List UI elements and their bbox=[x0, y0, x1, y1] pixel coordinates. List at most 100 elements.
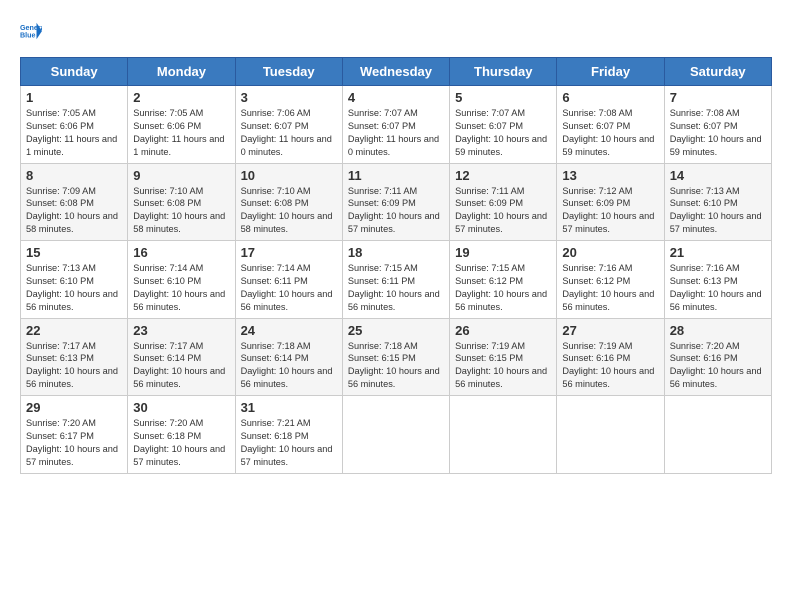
cell-content: Sunrise: 7:08 AMSunset: 6:07 PMDaylight:… bbox=[562, 107, 658, 159]
cell-content: Sunrise: 7:21 AMSunset: 6:18 PMDaylight:… bbox=[241, 417, 337, 469]
cell-content: Sunrise: 7:18 AMSunset: 6:14 PMDaylight:… bbox=[241, 340, 337, 392]
cell-content: Sunrise: 7:07 AMSunset: 6:07 PMDaylight:… bbox=[455, 107, 551, 159]
cell-content: Sunrise: 7:11 AMSunset: 6:09 PMDaylight:… bbox=[348, 185, 444, 237]
header: General Blue bbox=[20, 20, 772, 47]
calendar-cell: 29 Sunrise: 7:20 AMSunset: 6:17 PMDaylig… bbox=[21, 396, 128, 474]
cell-content: Sunrise: 7:05 AMSunset: 6:06 PMDaylight:… bbox=[133, 107, 229, 159]
calendar-cell: 30 Sunrise: 7:20 AMSunset: 6:18 PMDaylig… bbox=[128, 396, 235, 474]
calendar-cell: 7 Sunrise: 7:08 AMSunset: 6:07 PMDayligh… bbox=[664, 86, 771, 164]
day-number: 2 bbox=[133, 90, 229, 105]
calendar-cell: 1 Sunrise: 7:05 AMSunset: 6:06 PMDayligh… bbox=[21, 86, 128, 164]
cell-content: Sunrise: 7:12 AMSunset: 6:09 PMDaylight:… bbox=[562, 185, 658, 237]
day-number: 22 bbox=[26, 323, 122, 338]
cell-content: Sunrise: 7:14 AMSunset: 6:11 PMDaylight:… bbox=[241, 262, 337, 314]
calendar-cell: 12 Sunrise: 7:11 AMSunset: 6:09 PMDaylig… bbox=[450, 163, 557, 241]
calendar-cell: 22 Sunrise: 7:17 AMSunset: 6:13 PMDaylig… bbox=[21, 318, 128, 396]
day-number: 5 bbox=[455, 90, 551, 105]
calendar-cell: 19 Sunrise: 7:15 AMSunset: 6:12 PMDaylig… bbox=[450, 241, 557, 319]
calendar-cell: 5 Sunrise: 7:07 AMSunset: 6:07 PMDayligh… bbox=[450, 86, 557, 164]
cell-content: Sunrise: 7:14 AMSunset: 6:10 PMDaylight:… bbox=[133, 262, 229, 314]
cell-content: Sunrise: 7:16 AMSunset: 6:13 PMDaylight:… bbox=[670, 262, 766, 314]
cell-content: Sunrise: 7:19 AMSunset: 6:16 PMDaylight:… bbox=[562, 340, 658, 392]
svg-text:Blue: Blue bbox=[20, 32, 36, 40]
day-header-sunday: Sunday bbox=[21, 58, 128, 86]
calendar-cell: 17 Sunrise: 7:14 AMSunset: 6:11 PMDaylig… bbox=[235, 241, 342, 319]
calendar-cell: 20 Sunrise: 7:16 AMSunset: 6:12 PMDaylig… bbox=[557, 241, 664, 319]
day-header-monday: Monday bbox=[128, 58, 235, 86]
cell-content: Sunrise: 7:05 AMSunset: 6:06 PMDaylight:… bbox=[26, 107, 122, 159]
cell-content: Sunrise: 7:06 AMSunset: 6:07 PMDaylight:… bbox=[241, 107, 337, 159]
day-number: 18 bbox=[348, 245, 444, 260]
day-number: 13 bbox=[562, 168, 658, 183]
cell-content: Sunrise: 7:20 AMSunset: 6:16 PMDaylight:… bbox=[670, 340, 766, 392]
cell-content: Sunrise: 7:11 AMSunset: 6:09 PMDaylight:… bbox=[455, 185, 551, 237]
day-number: 11 bbox=[348, 168, 444, 183]
calendar-cell bbox=[664, 396, 771, 474]
cell-content: Sunrise: 7:15 AMSunset: 6:11 PMDaylight:… bbox=[348, 262, 444, 314]
day-header-friday: Friday bbox=[557, 58, 664, 86]
cell-content: Sunrise: 7:13 AMSunset: 6:10 PMDaylight:… bbox=[670, 185, 766, 237]
day-number: 24 bbox=[241, 323, 337, 338]
day-number: 30 bbox=[133, 400, 229, 415]
day-number: 29 bbox=[26, 400, 122, 415]
cell-content: Sunrise: 7:10 AMSunset: 6:08 PMDaylight:… bbox=[133, 185, 229, 237]
day-number: 7 bbox=[670, 90, 766, 105]
day-number: 28 bbox=[670, 323, 766, 338]
calendar-cell: 25 Sunrise: 7:18 AMSunset: 6:15 PMDaylig… bbox=[342, 318, 449, 396]
cell-content: Sunrise: 7:08 AMSunset: 6:07 PMDaylight:… bbox=[670, 107, 766, 159]
cell-content: Sunrise: 7:07 AMSunset: 6:07 PMDaylight:… bbox=[348, 107, 444, 159]
calendar-cell: 23 Sunrise: 7:17 AMSunset: 6:14 PMDaylig… bbox=[128, 318, 235, 396]
day-number: 12 bbox=[455, 168, 551, 183]
day-number: 15 bbox=[26, 245, 122, 260]
cell-content: Sunrise: 7:20 AMSunset: 6:18 PMDaylight:… bbox=[133, 417, 229, 469]
day-number: 8 bbox=[26, 168, 122, 183]
cell-content: Sunrise: 7:20 AMSunset: 6:17 PMDaylight:… bbox=[26, 417, 122, 469]
calendar-cell: 4 Sunrise: 7:07 AMSunset: 6:07 PMDayligh… bbox=[342, 86, 449, 164]
day-number: 17 bbox=[241, 245, 337, 260]
day-number: 20 bbox=[562, 245, 658, 260]
cell-content: Sunrise: 7:10 AMSunset: 6:08 PMDaylight:… bbox=[241, 185, 337, 237]
day-header-saturday: Saturday bbox=[664, 58, 771, 86]
cell-content: Sunrise: 7:16 AMSunset: 6:12 PMDaylight:… bbox=[562, 262, 658, 314]
day-number: 26 bbox=[455, 323, 551, 338]
day-header-wednesday: Wednesday bbox=[342, 58, 449, 86]
day-number: 9 bbox=[133, 168, 229, 183]
calendar-cell: 27 Sunrise: 7:19 AMSunset: 6:16 PMDaylig… bbox=[557, 318, 664, 396]
cell-content: Sunrise: 7:18 AMSunset: 6:15 PMDaylight:… bbox=[348, 340, 444, 392]
calendar-cell: 24 Sunrise: 7:18 AMSunset: 6:14 PMDaylig… bbox=[235, 318, 342, 396]
calendar-cell: 3 Sunrise: 7:06 AMSunset: 6:07 PMDayligh… bbox=[235, 86, 342, 164]
cell-content: Sunrise: 7:13 AMSunset: 6:10 PMDaylight:… bbox=[26, 262, 122, 314]
day-number: 23 bbox=[133, 323, 229, 338]
day-number: 14 bbox=[670, 168, 766, 183]
calendar-cell: 6 Sunrise: 7:08 AMSunset: 6:07 PMDayligh… bbox=[557, 86, 664, 164]
calendar-cell: 28 Sunrise: 7:20 AMSunset: 6:16 PMDaylig… bbox=[664, 318, 771, 396]
day-number: 25 bbox=[348, 323, 444, 338]
day-number: 21 bbox=[670, 245, 766, 260]
day-header-thursday: Thursday bbox=[450, 58, 557, 86]
calendar-cell: 21 Sunrise: 7:16 AMSunset: 6:13 PMDaylig… bbox=[664, 241, 771, 319]
calendar-cell bbox=[342, 396, 449, 474]
calendar-cell bbox=[450, 396, 557, 474]
cell-content: Sunrise: 7:19 AMSunset: 6:15 PMDaylight:… bbox=[455, 340, 551, 392]
cell-content: Sunrise: 7:17 AMSunset: 6:13 PMDaylight:… bbox=[26, 340, 122, 392]
day-number: 4 bbox=[348, 90, 444, 105]
calendar-cell: 16 Sunrise: 7:14 AMSunset: 6:10 PMDaylig… bbox=[128, 241, 235, 319]
day-header-tuesday: Tuesday bbox=[235, 58, 342, 86]
calendar-cell: 18 Sunrise: 7:15 AMSunset: 6:11 PMDaylig… bbox=[342, 241, 449, 319]
calendar-cell: 26 Sunrise: 7:19 AMSunset: 6:15 PMDaylig… bbox=[450, 318, 557, 396]
day-number: 31 bbox=[241, 400, 337, 415]
cell-content: Sunrise: 7:15 AMSunset: 6:12 PMDaylight:… bbox=[455, 262, 551, 314]
day-number: 27 bbox=[562, 323, 658, 338]
calendar-cell: 13 Sunrise: 7:12 AMSunset: 6:09 PMDaylig… bbox=[557, 163, 664, 241]
logo-text: General Blue bbox=[20, 20, 42, 47]
day-number: 19 bbox=[455, 245, 551, 260]
day-number: 6 bbox=[562, 90, 658, 105]
cell-content: Sunrise: 7:17 AMSunset: 6:14 PMDaylight:… bbox=[133, 340, 229, 392]
day-number: 1 bbox=[26, 90, 122, 105]
cell-content: Sunrise: 7:09 AMSunset: 6:08 PMDaylight:… bbox=[26, 185, 122, 237]
calendar-cell: 15 Sunrise: 7:13 AMSunset: 6:10 PMDaylig… bbox=[21, 241, 128, 319]
day-number: 10 bbox=[241, 168, 337, 183]
calendar: SundayMondayTuesdayWednesdayThursdayFrid… bbox=[20, 57, 772, 474]
calendar-cell bbox=[557, 396, 664, 474]
calendar-cell: 10 Sunrise: 7:10 AMSunset: 6:08 PMDaylig… bbox=[235, 163, 342, 241]
